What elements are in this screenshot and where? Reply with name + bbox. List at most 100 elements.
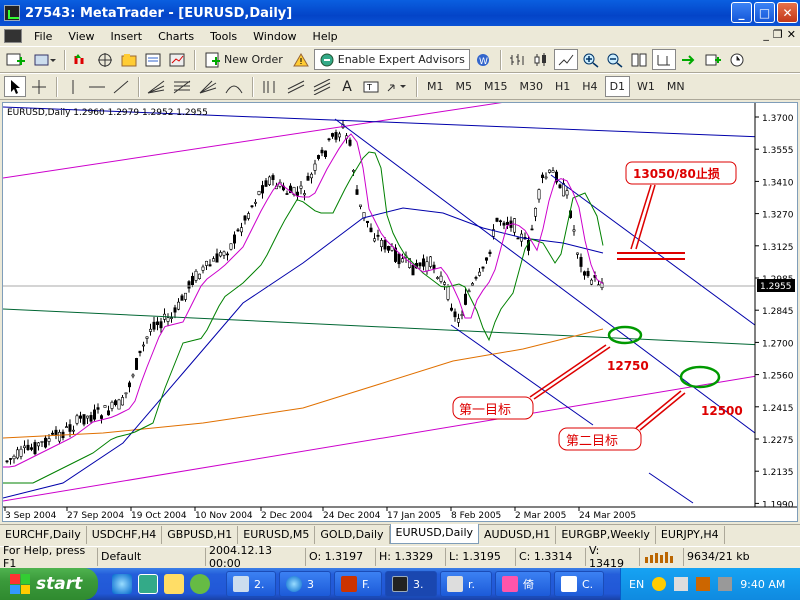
timeframe-m5[interactable]: M5: [451, 76, 478, 97]
menu-tools[interactable]: Tools: [202, 30, 245, 43]
bar-chart-icon[interactable]: [506, 49, 528, 70]
timeframe-mn[interactable]: MN: [662, 76, 690, 97]
periods-icon[interactable]: [726, 49, 748, 70]
task-button-2[interactable]: 3: [279, 571, 331, 597]
price-chart[interactable]: 13050/80止损 12750 第一目标 12500 第二目标 1.3700 1…: [2, 102, 798, 522]
timeframe-h4[interactable]: H4: [577, 76, 602, 97]
target1-callout: [529, 344, 607, 398]
timeframe-m15[interactable]: M15: [479, 76, 513, 97]
tray-app-icon-1[interactable]: [652, 577, 667, 591]
tray-network-icon[interactable]: [674, 577, 689, 591]
auto-scroll-icon[interactable]: [678, 49, 700, 70]
market-watch-icon[interactable]: [70, 49, 92, 70]
channel-icon[interactable]: [284, 76, 308, 97]
task-button-4[interactable]: 3.: [385, 571, 437, 597]
maximize-button[interactable]: □: [754, 2, 775, 23]
fibonacci-time-icon[interactable]: [258, 76, 282, 97]
timeframe-h1[interactable]: H1: [550, 76, 575, 97]
fibonacci-retracement-icon[interactable]: [170, 76, 194, 97]
tab-audusd-h1[interactable]: AUDUSD,H1: [479, 526, 557, 544]
tab-gbpusd-h1[interactable]: GBPUSD,H1: [162, 526, 239, 544]
menu-insert[interactable]: Insert: [103, 30, 151, 43]
profiles-icon[interactable]: [32, 49, 58, 70]
chart-canvas[interactable]: 13050/80止损 12750 第一目标 12500 第二目标 1.3700 1…: [3, 103, 797, 521]
metaeditor-icon[interactable]: [290, 49, 312, 70]
zoom-in-icon[interactable]: [580, 49, 602, 70]
timeframe-d1[interactable]: D1: [604, 76, 631, 97]
tab-gold-daily[interactable]: GOLD,Daily: [315, 526, 390, 544]
candle-body: [201, 266, 205, 271]
regression-icon[interactable]: [310, 76, 334, 97]
metatrader-app-icon[interactable]: [4, 5, 20, 21]
mdi-minimize-button[interactable]: _: [763, 28, 769, 41]
stop-loss-callout: [630, 184, 652, 250]
indicators-icon[interactable]: [702, 49, 724, 70]
task-button-3[interactable]: F.: [334, 571, 382, 597]
tile-windows-icon[interactable]: [628, 49, 650, 70]
new-order-button[interactable]: New Order: [200, 49, 288, 70]
candle-body: [156, 321, 160, 326]
tab-eurusd-m5[interactable]: EURUSD,M5: [238, 526, 316, 544]
new-chart-icon[interactable]: [4, 49, 30, 70]
terminal-icon[interactable]: [142, 49, 164, 70]
arrows-tool-icon[interactable]: [384, 76, 410, 97]
candle-body: [29, 447, 33, 450]
data-window-icon[interactable]: [94, 49, 116, 70]
timeframe-m1[interactable]: M1: [422, 76, 449, 97]
fibonacci-arcs-icon[interactable]: [222, 76, 246, 97]
expert-advisors-button[interactable]: Enable Expert Advisors: [313, 49, 470, 70]
task-button-6[interactable]: 倚: [495, 571, 551, 597]
candle-body: [40, 441, 44, 443]
mdi-restore-button[interactable]: ❐: [773, 28, 783, 41]
menu-view[interactable]: View: [60, 30, 102, 43]
options-icon[interactable]: W: [472, 49, 494, 70]
chart-shift-icon[interactable]: [651, 49, 676, 70]
trendline-icon[interactable]: [110, 76, 132, 97]
chart-window-icon[interactable]: [4, 29, 22, 43]
line-chart-icon[interactable]: [553, 49, 578, 70]
menu-window[interactable]: Window: [245, 30, 304, 43]
tab-usdchf-h4[interactable]: USDCHF,H4: [87, 526, 163, 544]
chart-tabs: EURCHF,Daily USDCHF,H4 GBPUSD,H1 EURUSD,…: [0, 524, 800, 544]
timeframe-w1[interactable]: W1: [632, 76, 660, 97]
menu-help[interactable]: Help: [305, 30, 346, 43]
candle-body: [481, 266, 485, 269]
candlesticks-icon[interactable]: [530, 49, 552, 70]
tab-eurgbp-weekly[interactable]: EURGBP,Weekly: [556, 526, 656, 544]
mdi-close-button[interactable]: ✕: [787, 28, 796, 41]
app-quicklaunch-icon[interactable]: [190, 574, 210, 594]
task-button-7[interactable]: C.: [554, 571, 604, 597]
navigator-icon[interactable]: [118, 49, 140, 70]
vertical-line-icon[interactable]: [62, 76, 84, 97]
horizontal-line-icon[interactable]: [86, 76, 108, 97]
text-tool-icon[interactable]: A: [336, 76, 358, 97]
candle-body: [551, 170, 555, 173]
cursor-tool-icon[interactable]: [4, 76, 26, 97]
label-tool-icon[interactable]: T: [360, 76, 382, 97]
task-button-5[interactable]: r.: [440, 571, 492, 597]
internet-explorer-icon[interactable]: [112, 574, 132, 594]
task-button-1[interactable]: 2.: [226, 571, 276, 597]
zoom-out-icon[interactable]: [604, 49, 626, 70]
candle-body: [180, 295, 184, 301]
menu-file[interactable]: File: [26, 30, 60, 43]
tab-eurchf-daily[interactable]: EURCHF,Daily: [0, 526, 87, 544]
tray-volume-icon[interactable]: [718, 577, 733, 591]
menu-charts[interactable]: Charts: [150, 30, 202, 43]
crosshair-tool-icon[interactable]: [28, 76, 50, 97]
strategy-tester-icon[interactable]: [166, 49, 188, 70]
messenger-icon[interactable]: [138, 574, 158, 594]
metatrader-task-icon: [392, 576, 408, 592]
minimize-button[interactable]: _: [731, 2, 752, 23]
tab-eurjpy-h4[interactable]: EURJPY,H4: [656, 526, 725, 544]
tab-eurusd-daily[interactable]: EURUSD,Daily: [389, 524, 480, 544]
tray-app-icon-2[interactable]: [696, 577, 711, 591]
timeframe-m30[interactable]: M30: [515, 76, 549, 97]
folder-icon[interactable]: [164, 574, 184, 594]
candle-body: [446, 285, 450, 300]
fibonacci-fan-icon[interactable]: [144, 76, 168, 97]
language-indicator[interactable]: EN: [629, 578, 644, 591]
gann-fan-icon[interactable]: [196, 76, 220, 97]
start-button[interactable]: start: [0, 568, 98, 600]
close-button[interactable]: ✕: [777, 2, 798, 23]
